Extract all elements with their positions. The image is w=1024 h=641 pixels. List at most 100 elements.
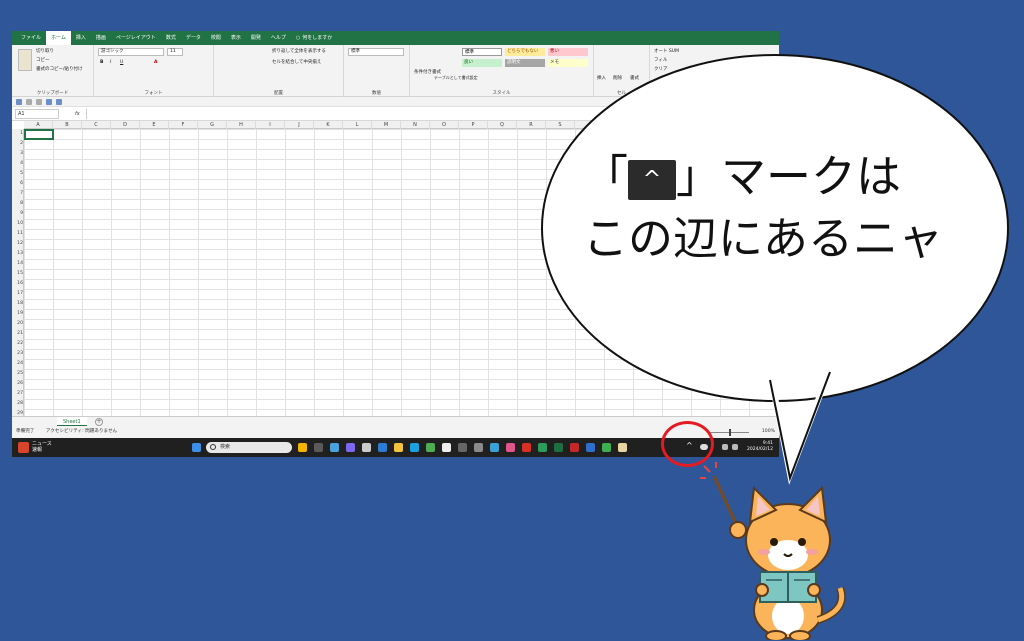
style-neutral[interactable]: どちらでもない (505, 48, 545, 56)
column-header[interactable]: H (227, 121, 256, 129)
news-widget-icon[interactable] (18, 442, 29, 453)
row-header[interactable]: 9 (12, 209, 23, 219)
format-painter-button[interactable]: 書式のコピー/貼り付け (36, 66, 83, 72)
column-header[interactable]: J (285, 121, 314, 129)
font-name-select[interactable]: 游ゴシック (98, 48, 164, 56)
delete-cells-button[interactable]: 削除 (613, 75, 622, 81)
undo-icon[interactable] (26, 98, 32, 105)
cut-button[interactable]: 切り取り (36, 48, 54, 54)
network-icon[interactable] (722, 444, 728, 450)
selected-cell-a1[interactable] (24, 129, 54, 140)
excel-icon[interactable] (554, 443, 563, 452)
phone-link-icon[interactable] (474, 443, 483, 452)
row-header[interactable]: 4 (12, 159, 23, 169)
row-header[interactable]: 22 (12, 339, 23, 349)
bold-icon[interactable]: B (100, 60, 103, 65)
row-header[interactable]: 2 (12, 139, 23, 149)
autosum-button[interactable]: オート SUM (654, 48, 679, 54)
acrobat-icon[interactable] (570, 443, 579, 452)
taskbar-clock[interactable]: 9:41 2024/02/12 (747, 441, 773, 453)
row-header[interactable]: 3 (12, 149, 23, 159)
tab-file[interactable]: ファイル (16, 31, 46, 45)
insert-cells-button[interactable]: 挿入 (597, 75, 606, 81)
task-view-icon[interactable] (314, 443, 323, 452)
notes-icon[interactable] (602, 443, 611, 452)
column-header[interactable]: I (256, 121, 285, 129)
merge-center-button[interactable]: セルを結合して中央揃え (272, 59, 321, 65)
files-icon[interactable] (362, 443, 371, 452)
paste-icon[interactable] (18, 49, 32, 71)
copilot-icon[interactable] (298, 443, 307, 452)
store-icon[interactable] (426, 443, 435, 452)
row-header[interactable]: 15 (12, 269, 23, 279)
zoom-knob[interactable] (729, 429, 731, 436)
column-header[interactable]: S (546, 121, 575, 129)
fill-button[interactable]: フィル (654, 57, 667, 63)
column-header[interactable]: N (401, 121, 430, 129)
app-icon[interactable] (458, 443, 467, 452)
row-header[interactable]: 8 (12, 199, 23, 209)
clear-button[interactable]: クリア (654, 66, 668, 72)
formula-input[interactable] (85, 108, 779, 119)
row-header[interactable]: 7 (12, 189, 23, 199)
qat-custom2-icon[interactable] (56, 98, 62, 105)
copy-button[interactable]: コピー (36, 57, 50, 63)
pink-app-icon[interactable] (506, 443, 515, 452)
tab-help[interactable]: ヘルプ (266, 31, 291, 45)
row-header[interactable]: 25 (12, 369, 23, 379)
explorer-icon[interactable] (394, 443, 403, 452)
column-header[interactable]: B (53, 121, 82, 129)
row-header[interactable]: 1 (12, 129, 23, 139)
start-icon[interactable] (192, 443, 201, 452)
row-header[interactable]: 13 (12, 249, 23, 259)
row-header[interactable]: 16 (12, 279, 23, 289)
number-format-select[interactable]: 標準 (348, 48, 404, 56)
name-box[interactable]: A1 (15, 108, 59, 119)
tab-page-layout[interactable]: ページレイアウト (111, 31, 161, 45)
font-size-select[interactable]: 11 (167, 48, 183, 56)
snip-icon[interactable] (442, 443, 451, 452)
column-header[interactable]: D (111, 121, 140, 129)
add-sheet-button[interactable]: + (95, 418, 103, 426)
row-header[interactable]: 23 (12, 349, 23, 359)
style-normal[interactable]: 標準 (462, 48, 502, 56)
wrap-text-button[interactable]: 折り返して全体を表示する (272, 48, 326, 54)
teams-icon[interactable] (346, 443, 355, 452)
fx-icon[interactable]: fx (75, 111, 80, 117)
tab-data[interactable]: データ (181, 31, 206, 45)
style-memo[interactable]: メモ (548, 59, 588, 67)
row-header[interactable]: 21 (12, 329, 23, 339)
row-header[interactable]: 17 (12, 289, 23, 299)
tab-view[interactable]: 表示 (226, 31, 246, 45)
style-explanatory[interactable]: 説明文 (505, 59, 545, 67)
italic-icon[interactable]: I (110, 60, 111, 65)
row-header[interactable]: 5 (12, 169, 23, 179)
column-header[interactable]: Q (488, 121, 517, 129)
row-header[interactable]: 28 (12, 399, 23, 409)
column-header[interactable]: A (24, 121, 53, 129)
column-header[interactable]: K (314, 121, 343, 129)
accessibility-status[interactable]: アクセシビリティ: 問題ありません (46, 429, 117, 434)
row-header[interactable]: 27 (12, 389, 23, 399)
column-header[interactable]: G (198, 121, 227, 129)
widgets-icon[interactable] (330, 443, 339, 452)
tab-review[interactable]: 校閲 (206, 31, 226, 45)
underline-icon[interactable]: U (120, 60, 123, 65)
font-color-icon[interactable]: A (154, 60, 157, 65)
column-header[interactable]: P (459, 121, 488, 129)
word-icon[interactable] (586, 443, 595, 452)
tab-insert[interactable]: 挿入 (71, 31, 91, 45)
zoom-level[interactable]: 100% (762, 426, 775, 438)
paint-icon[interactable] (490, 443, 499, 452)
outlook-icon[interactable] (378, 443, 387, 452)
row-header[interactable]: 20 (12, 319, 23, 329)
column-header[interactable]: M (372, 121, 401, 129)
row-header[interactable]: 26 (12, 379, 23, 389)
news-widget[interactable]: ニュース 速報 (32, 441, 52, 453)
row-header[interactable]: 14 (12, 259, 23, 269)
row-header[interactable]: 24 (12, 359, 23, 369)
column-header[interactable]: E (140, 121, 169, 129)
row-header[interactable]: 6 (12, 179, 23, 189)
column-header[interactable]: F (169, 121, 198, 129)
row-header[interactable]: 11 (12, 229, 23, 239)
